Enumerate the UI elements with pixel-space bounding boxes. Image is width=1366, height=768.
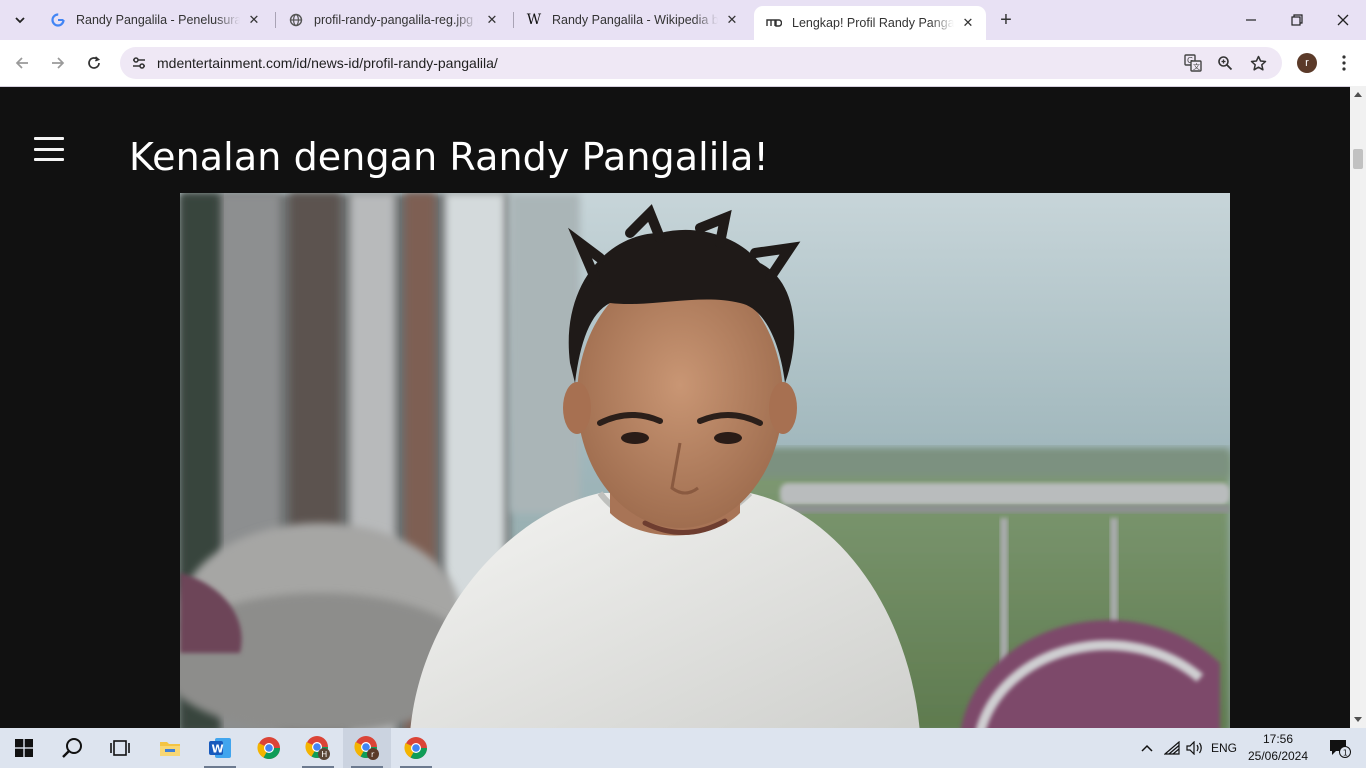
reload-icon <box>88 56 101 69</box>
taskbar-word[interactable]: W <box>196 728 244 768</box>
close-icon[interactable]: ✕ <box>484 12 500 28</box>
arrow-left-icon <box>15 57 28 69</box>
wikipedia-icon: W <box>526 12 542 28</box>
chrome-icon: H <box>305 736 330 760</box>
chrome-icon <box>257 737 280 759</box>
windows-logo-icon <box>15 739 33 757</box>
folder-icon <box>160 742 180 756</box>
scroll-up-arrow-icon[interactable] <box>1350 86 1366 102</box>
action-center-button[interactable]: 1 <box>1320 728 1360 768</box>
search-icon <box>62 738 82 758</box>
tab-title: Randy Pangalila - Wikipedia bahasa Indon… <box>552 13 718 27</box>
page-title: Kenalan dengan Randy Pangalila! <box>129 135 769 179</box>
back-button[interactable] <box>8 49 36 77</box>
globe-icon <box>288 12 304 28</box>
arrow-right-icon <box>52 57 65 69</box>
taskbar-file-explorer[interactable] <box>146 728 194 768</box>
tab-wikipedia[interactable]: W Randy Pangalila - Wikipedia bahasa Ind… <box>514 5 750 35</box>
profile-badge: H <box>321 750 327 759</box>
hamburger-menu-icon[interactable] <box>34 137 64 161</box>
tab-strip: Randy Pangalila - Penelusuran Google ✕ p… <box>0 0 1366 40</box>
tab-title: profil-randy-pangalila-reg.jpg ( <box>314 13 478 27</box>
minimize-button[interactable] <box>1228 0 1274 40</box>
tab-google-search[interactable]: Randy Pangalila - Penelusuran Google ✕ <box>38 5 272 35</box>
close-icon <box>1337 14 1349 26</box>
reload-button[interactable] <box>80 49 108 77</box>
tab-title: Lengkap! Profil Randy Pangalila <box>792 16 954 30</box>
google-icon <box>50 12 66 28</box>
svg-text:文: 文 <box>1193 62 1200 71</box>
hero-photo <box>180 193 1230 728</box>
page-scrollbar[interactable] <box>1350 86 1366 728</box>
zoom-icon[interactable] <box>1214 52 1236 74</box>
chrome-icon <box>404 737 427 759</box>
tab-image[interactable]: profil-randy-pangalila-reg.jpg ( ✕ <box>276 5 510 35</box>
minimize-icon <box>1246 19 1256 21</box>
taskbar-chrome-profile-h[interactable]: H <box>294 728 342 768</box>
close-icon[interactable]: ✕ <box>724 12 740 28</box>
md-logo-icon <box>766 15 782 31</box>
more-vertical-icon <box>1342 55 1346 71</box>
chrome-icon: r <box>354 736 379 760</box>
system-clock[interactable]: 17:56 25/06/2024 <box>1240 731 1316 765</box>
close-icon[interactable]: ✕ <box>246 12 262 28</box>
tab-profile-active[interactable]: Lengkap! Profil Randy Pangalila ✕ <box>754 6 986 40</box>
network-icon[interactable] <box>1161 728 1183 768</box>
profile-avatar[interactable]: r <box>1297 53 1317 73</box>
chevron-down-icon <box>15 17 25 24</box>
page-viewport: Kenalan dengan Randy Pangalila! <box>0 86 1350 728</box>
tab-search-button[interactable] <box>8 9 32 31</box>
scroll-thumb[interactable] <box>1353 149 1363 169</box>
taskbar-chrome[interactable] <box>245 728 293 768</box>
browser-menu-button[interactable] <box>1333 51 1355 75</box>
chevron-up-icon <box>1141 744 1153 752</box>
url-text[interactable]: mdentertainment.com/id/news-id/profil-ra… <box>157 55 498 71</box>
tray-overflow-button[interactable] <box>1136 728 1158 768</box>
site-settings-icon[interactable] <box>128 52 150 74</box>
new-tab-button[interactable]: + <box>994 8 1018 32</box>
task-view-icon <box>110 740 130 756</box>
plus-icon: + <box>1000 8 1012 31</box>
start-button[interactable] <box>0 728 48 768</box>
tab-title: Randy Pangalila - Penelusuran Google <box>76 13 240 27</box>
clock-time: 17:56 <box>1262 732 1294 746</box>
task-view-button[interactable] <box>96 728 144 768</box>
windows-taskbar: W H r ENG 17:56 25/06/2024 1 <box>0 728 1366 768</box>
scroll-down-arrow-icon[interactable] <box>1350 712 1366 728</box>
notification-count: 1 <box>1343 748 1348 757</box>
volume-icon[interactable] <box>1184 728 1206 768</box>
word-icon: W <box>209 738 231 758</box>
taskbar-chrome-2[interactable] <box>392 728 440 768</box>
language-indicator[interactable]: ENG <box>1208 728 1240 768</box>
bookmark-star-icon[interactable] <box>1247 52 1269 74</box>
restore-button[interactable] <box>1274 0 1320 40</box>
restore-icon <box>1291 14 1303 26</box>
browser-toolbar: mdentertainment.com/id/news-id/profil-ra… <box>0 40 1366 86</box>
close-icon[interactable]: ✕ <box>960 15 976 31</box>
forward-button[interactable] <box>44 49 72 77</box>
portrait-photo <box>180 193 1230 728</box>
close-window-button[interactable] <box>1320 0 1366 40</box>
translate-icon[interactable]: G文 <box>1182 52 1204 74</box>
notification-icon: 1 <box>1330 740 1351 758</box>
clock-date: 25/06/2024 <box>1247 749 1309 763</box>
address-bar[interactable]: mdentertainment.com/id/news-id/profil-ra… <box>120 47 1282 79</box>
svg-text:W: W <box>212 743 224 756</box>
taskbar-search-button[interactable] <box>48 728 96 768</box>
taskbar-chrome-profile-r[interactable]: r <box>343 728 391 768</box>
